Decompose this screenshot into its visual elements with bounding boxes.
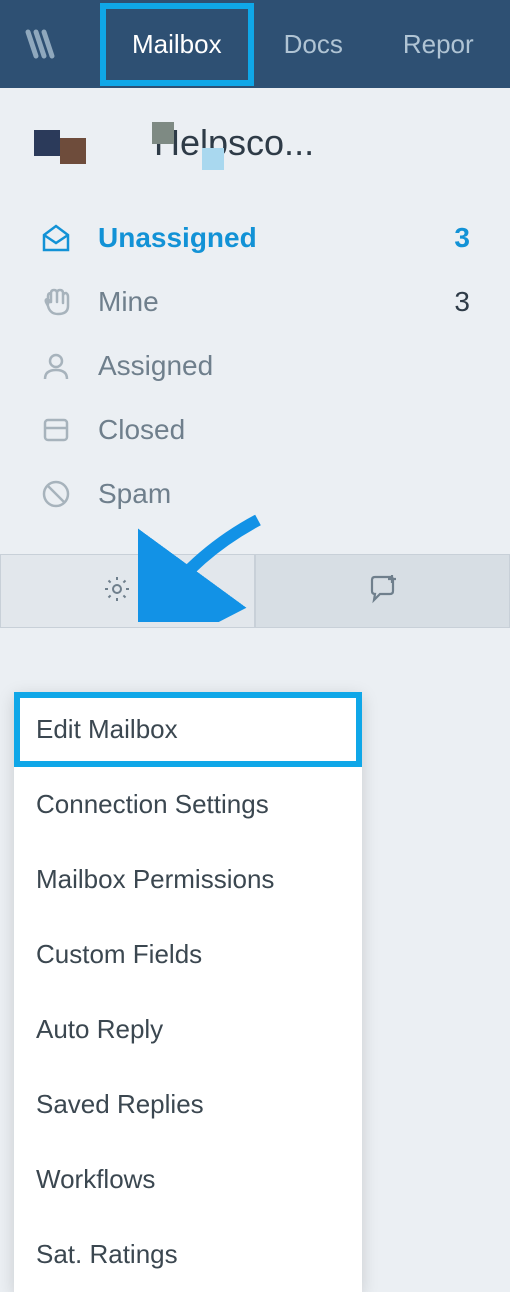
- new-conversation-button[interactable]: [255, 554, 510, 628]
- folder-count: 3: [454, 286, 470, 318]
- chevron-down-icon: [140, 582, 154, 600]
- folder-label: Closed: [98, 414, 470, 446]
- sidebar-actions: [0, 554, 510, 628]
- nav-label: Docs: [284, 29, 343, 59]
- settings-button[interactable]: [0, 554, 255, 628]
- block-icon: [40, 478, 72, 510]
- dropdown-connection-settings[interactable]: Connection Settings: [14, 767, 362, 842]
- settings-dropdown: Edit Mailbox Connection Settings Mailbox…: [14, 692, 362, 1292]
- nav-mailbox[interactable]: Mailbox: [100, 3, 254, 86]
- dropdown-saved-replies[interactable]: Saved Replies: [14, 1067, 362, 1142]
- dropdown-edit-mailbox[interactable]: Edit Mailbox: [14, 692, 362, 767]
- folder-list: Unassigned 3 Mine 3 Assigned Closed: [0, 188, 510, 550]
- nav-label: Mailbox: [132, 29, 222, 59]
- dropdown-label: Connection Settings: [36, 789, 269, 819]
- mailbox-header: Helpsco...: [0, 88, 510, 188]
- folder-spam[interactable]: Spam: [0, 462, 510, 526]
- folder-count: 3: [454, 222, 470, 254]
- folder-mine[interactable]: Mine 3: [0, 270, 510, 334]
- dropdown-label: Workflows: [36, 1164, 155, 1194]
- dropdown-label: Edit Mailbox: [36, 714, 178, 744]
- dropdown-label: Sat. Ratings: [36, 1239, 178, 1269]
- nav-label: Repor: [403, 29, 474, 59]
- speech-plus-icon: [366, 572, 400, 611]
- folder-closed[interactable]: Closed: [0, 398, 510, 462]
- dropdown-workflows[interactable]: Workflows: [14, 1142, 362, 1217]
- nav-docs[interactable]: Docs: [254, 3, 373, 86]
- folder-label: Unassigned: [98, 222, 454, 254]
- folder-label: Assigned: [98, 350, 470, 382]
- person-icon: [40, 350, 72, 382]
- gear-icon: [102, 574, 132, 609]
- dropdown-auto-reply[interactable]: Auto Reply: [14, 992, 362, 1067]
- folder-label: Mine: [98, 286, 454, 318]
- dropdown-mailbox-permissions[interactable]: Mailbox Permissions: [14, 842, 362, 917]
- mail-open-icon: [40, 222, 72, 254]
- dropdown-label: Saved Replies: [36, 1089, 204, 1119]
- folder-unassigned[interactable]: Unassigned 3: [0, 206, 510, 270]
- nav-reports[interactable]: Repor: [373, 3, 504, 86]
- app-logo[interactable]: [20, 24, 60, 64]
- dropdown-sat-ratings[interactable]: Sat. Ratings: [14, 1217, 362, 1292]
- mailbox-logo: [34, 118, 134, 168]
- folder-label: Spam: [98, 478, 470, 510]
- folder-assigned[interactable]: Assigned: [0, 334, 510, 398]
- archive-icon: [40, 414, 72, 446]
- top-nav: Mailbox Docs Repor: [0, 0, 510, 88]
- dropdown-custom-fields[interactable]: Custom Fields: [14, 917, 362, 992]
- hand-icon: [40, 286, 72, 318]
- dropdown-label: Custom Fields: [36, 939, 202, 969]
- dropdown-label: Auto Reply: [36, 1014, 163, 1044]
- dropdown-label: Mailbox Permissions: [36, 864, 274, 894]
